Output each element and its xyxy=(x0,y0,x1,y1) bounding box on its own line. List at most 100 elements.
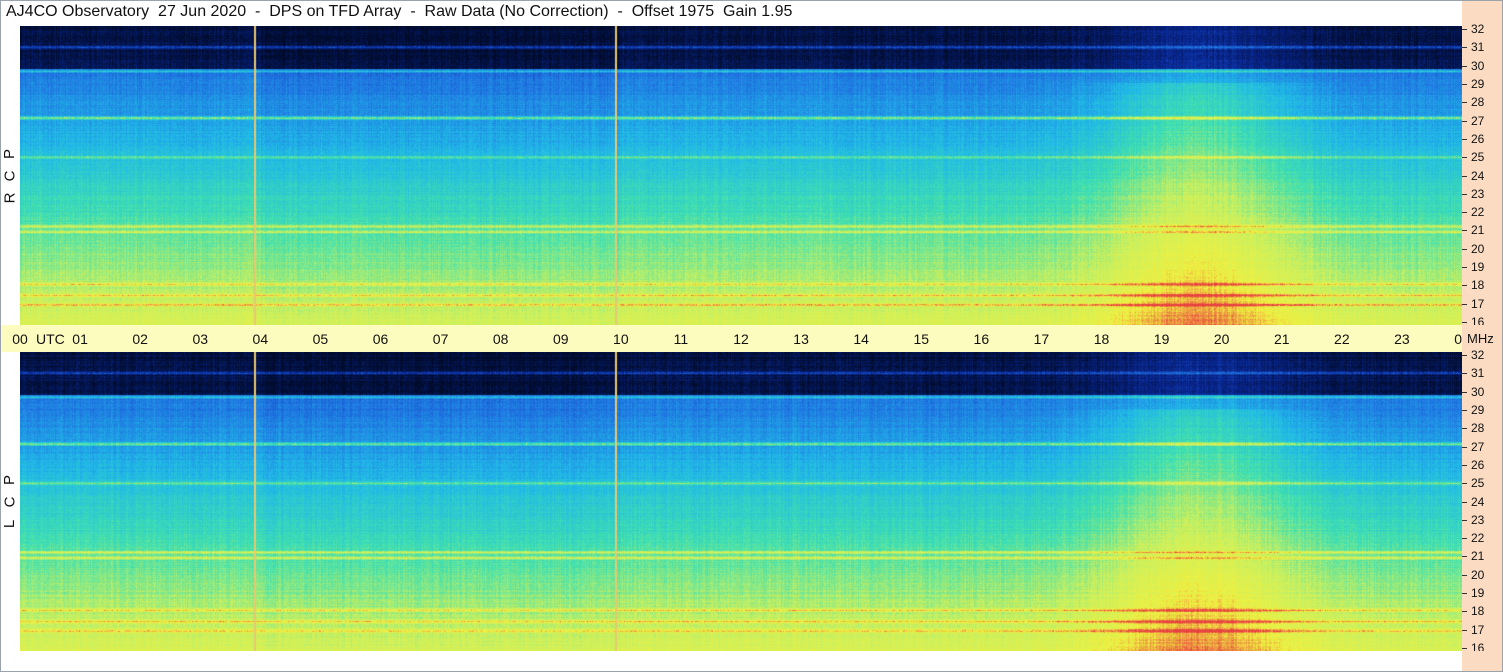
freq-tick-label: 20 xyxy=(1471,241,1485,256)
freq-tick xyxy=(1462,648,1467,649)
freq-tick-label: 30 xyxy=(1471,384,1485,399)
time-tick-label: 21 xyxy=(1273,331,1290,347)
freq-tick-label: 25 xyxy=(1471,150,1485,165)
freq-tick-label: 24 xyxy=(1471,494,1485,509)
freq-tick-label: 17 xyxy=(1471,622,1485,637)
freq-tick xyxy=(1462,157,1467,159)
freq-tick xyxy=(1462,611,1467,613)
freq-tick xyxy=(1462,230,1467,232)
freq-tick xyxy=(1462,193,1467,195)
time-tick-label: 10 xyxy=(613,331,629,347)
freq-tick xyxy=(1462,464,1467,466)
freq-tick xyxy=(1462,391,1467,393)
rcp-letter-p: P xyxy=(0,148,18,159)
time-tick-label: 17 xyxy=(1033,331,1050,347)
freq-tick xyxy=(1462,519,1467,521)
freq-tick xyxy=(1462,446,1467,448)
time-tick-label: 00 xyxy=(12,331,28,347)
freq-tick xyxy=(1462,267,1467,269)
freq-axis-lcp: 16 17 18 19 20 21 22 23 24 25 26 27 28 29 30 31 32 xyxy=(1462,348,1503,654)
freq-tick-label: 30 xyxy=(1471,58,1485,73)
freq-tick xyxy=(1462,138,1467,140)
time-tick-label: 18 xyxy=(1093,331,1110,347)
time-tick-label: 22 xyxy=(1334,331,1350,347)
rcp-label: P C R xyxy=(0,26,20,325)
freq-tick xyxy=(1462,556,1467,558)
spectrogram-rcp xyxy=(20,26,1462,325)
time-tick-label: 08 xyxy=(492,331,509,347)
freq-tick-label: 18 xyxy=(1471,604,1485,619)
freq-tick xyxy=(1462,120,1467,122)
time-tick-label: 14 xyxy=(853,331,869,347)
freq-tick xyxy=(1462,629,1467,631)
freq-tick-label: 23 xyxy=(1471,512,1485,527)
time-tick-label: 19 xyxy=(1153,331,1170,347)
time-tick-label: 12 xyxy=(733,331,749,347)
freq-tick xyxy=(1462,303,1467,305)
time-tick-label: 05 xyxy=(312,331,329,347)
freq-tick-label: 28 xyxy=(1471,421,1485,436)
freq-tick xyxy=(1462,322,1467,323)
time-tick-label: 07 xyxy=(432,331,449,347)
lcp-letter-c: C xyxy=(1,496,18,507)
freq-tick-label: 32 xyxy=(1471,22,1485,36)
time-tick-label: 06 xyxy=(372,331,389,347)
spectrogram-lcp xyxy=(20,352,1462,651)
freq-tick-label: 21 xyxy=(1471,549,1485,564)
freq-tick-label: 26 xyxy=(1471,457,1485,472)
rcp-letter-c: C xyxy=(1,170,18,181)
freq-tick xyxy=(1462,501,1467,503)
time-tick-label: 20 xyxy=(1213,331,1230,347)
freq-tick-label: 21 xyxy=(1471,223,1485,238)
freq-tick-label: 27 xyxy=(1471,439,1485,454)
freq-tick xyxy=(1462,428,1467,430)
time-tick-label: 16 xyxy=(973,331,990,347)
time-tick-label: 01 xyxy=(72,331,88,347)
freq-tick-label: 29 xyxy=(1471,402,1485,417)
title-bar: AJ4CO Observatory 27 Jun 2020 - DPS on T… xyxy=(0,0,1463,26)
freq-tick-label: 19 xyxy=(1471,260,1485,275)
freq-tick xyxy=(1462,212,1467,214)
spectrogram-rcp-canvas xyxy=(20,26,1462,325)
freq-tick xyxy=(1462,409,1467,411)
time-tick-label: 09 xyxy=(552,331,569,347)
freq-tick xyxy=(1462,65,1467,67)
lcp-label: P C L xyxy=(0,352,20,651)
freq-tick-label: 31 xyxy=(1471,366,1485,381)
freq-tick xyxy=(1462,47,1467,49)
time-tick-label: 02 xyxy=(132,331,148,347)
freq-tick xyxy=(1462,373,1467,375)
freq-tick-label: 23 xyxy=(1471,186,1485,201)
freq-tick-label: 29 xyxy=(1471,76,1485,91)
freq-tick-label: 27 xyxy=(1471,113,1485,128)
freq-tick-label: 28 xyxy=(1471,95,1485,110)
freq-tick xyxy=(1462,355,1467,356)
freq-unit-label: MHz xyxy=(1467,331,1494,346)
freq-tick xyxy=(1462,483,1467,485)
freq-tick xyxy=(1462,248,1467,250)
time-axis: 00 01 02 03 04 05 06 07 08 09 10 11 12 13 14 15 16 17 18 19… xyxy=(0,325,1470,352)
freq-tick xyxy=(1462,175,1467,177)
lcp-letter-p: P xyxy=(0,474,18,485)
freq-tick xyxy=(1462,593,1467,595)
freq-tick-label: 31 xyxy=(1471,40,1485,55)
freq-tick-label: 18 xyxy=(1471,278,1485,293)
time-tick-label: 15 xyxy=(913,331,930,347)
freq-tick xyxy=(1462,285,1467,287)
time-tick-label: 11 xyxy=(673,331,689,347)
spectrogram-lcp-canvas xyxy=(20,352,1462,651)
rcp-letter-r: R xyxy=(1,192,18,203)
freq-tick-label: 17 xyxy=(1471,296,1485,311)
freq-tick xyxy=(1462,574,1467,576)
axis-foot xyxy=(1462,651,1503,672)
freq-tick xyxy=(1462,83,1467,85)
freq-tick-label: 32 xyxy=(1471,348,1485,362)
time-unit-label: UTC xyxy=(36,331,65,347)
freq-tick-label: 20 xyxy=(1471,567,1485,582)
freq-tick-label: 22 xyxy=(1471,531,1485,546)
time-tick-label: 03 xyxy=(192,331,209,347)
freq-tick-label: 22 xyxy=(1471,205,1485,220)
freq-tick xyxy=(1462,29,1467,30)
freq-tick-label: 25 xyxy=(1471,476,1485,491)
time-tick-label: 13 xyxy=(793,331,809,347)
